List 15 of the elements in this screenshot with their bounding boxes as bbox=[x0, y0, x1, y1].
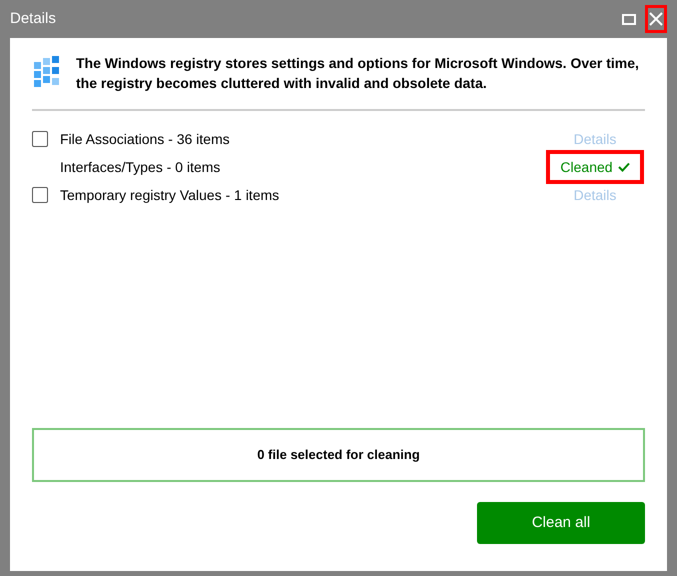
item-label: Interfaces/Types - 0 items bbox=[60, 158, 222, 177]
intro-text: The Windows registry stores settings and options for Microsoft Windows. Over time, the registry becomes cluttered with invalid and obsolete data. bbox=[76, 54, 640, 93]
details-link[interactable]: Details bbox=[574, 128, 616, 150]
summary-text: 0 file selected for cleaning bbox=[257, 446, 420, 464]
close-button[interactable] bbox=[645, 5, 667, 33]
checkbox[interactable] bbox=[32, 131, 48, 147]
cleaned-status: Cleaned bbox=[546, 150, 644, 184]
item-label: File Associations - 36 items bbox=[60, 130, 231, 148]
clean-all-button[interactable]: Clean all bbox=[477, 502, 645, 544]
item-label: Temporary registry Values - 1 items bbox=[60, 186, 280, 205]
check-icon bbox=[618, 162, 630, 172]
checkbox[interactable] bbox=[32, 187, 48, 203]
close-icon bbox=[649, 12, 663, 26]
details-link[interactable]: Details bbox=[574, 184, 616, 206]
window-title: Details bbox=[10, 8, 56, 29]
